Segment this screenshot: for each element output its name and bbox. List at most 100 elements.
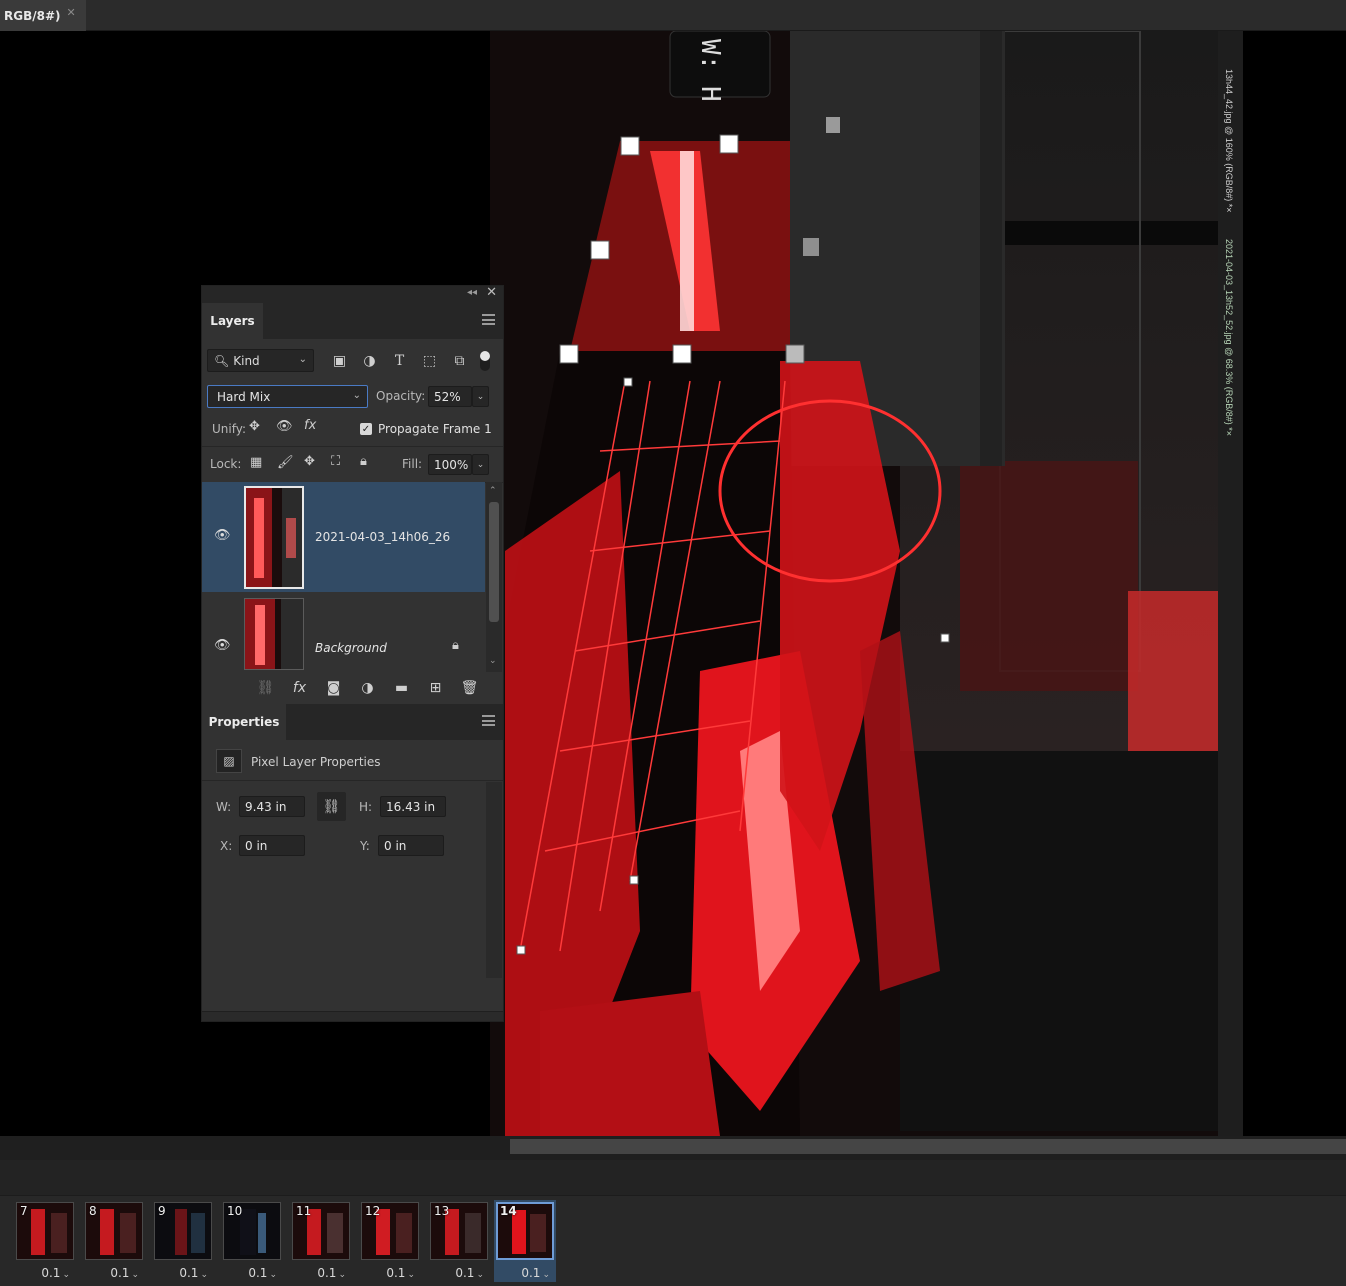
y-label: Y: bbox=[360, 839, 370, 853]
type-filter-icon[interactable]: T bbox=[390, 351, 409, 370]
opacity-input[interactable]: 52% bbox=[428, 386, 472, 407]
shape-filter-icon[interactable]: ⬚ bbox=[420, 351, 439, 370]
layers-tab-row: Layers bbox=[202, 303, 503, 339]
layer-row[interactable]: 👁︎ Background 🔒︎ bbox=[202, 592, 485, 672]
timeline-toolbar bbox=[0, 1160, 1346, 1196]
layer-lock-icon[interactable]: 🔒︎ bbox=[452, 638, 459, 653]
layers-scrollbar[interactable]: ⌃ ⌄ bbox=[486, 482, 502, 672]
unify-row: Unify: ✥ 👁︎ fx ✓ Propagate Frame 1 bbox=[202, 409, 503, 444]
adjustment-filter-icon[interactable]: ◑ bbox=[360, 351, 379, 370]
layer-name[interactable]: Background bbox=[315, 641, 387, 655]
smart-object-filter-icon[interactable]: ⧉ bbox=[450, 351, 469, 370]
canvas-horizontal-scrollbar[interactable] bbox=[0, 1136, 1346, 1160]
document-tab-title: RGB/8#) bbox=[4, 8, 61, 23]
visibility-eye-icon[interactable]: 👁︎ bbox=[214, 528, 231, 543]
timeline-frame[interactable]: 11 0.1 ⌄ bbox=[290, 1200, 352, 1282]
frame-delay-select[interactable]: 0.1 ⌄ bbox=[41, 1266, 70, 1280]
lock-artboard-icon[interactable]: ⛶ bbox=[331, 454, 340, 469]
close-icon[interactable]: ✕ bbox=[67, 6, 76, 19]
properties-scrollbar[interactable] bbox=[486, 782, 502, 978]
blend-mode-select[interactable]: Hard Mix ⌄ bbox=[207, 385, 368, 408]
new-group-icon[interactable]: ▬ bbox=[390, 680, 414, 696]
timeline-frame-active[interactable]: 14 0.1 ⌄ bbox=[494, 1200, 556, 1282]
opacity-label: Opacity: bbox=[376, 389, 426, 403]
timeline-frame[interactable]: 10 0.1 ⌄ bbox=[221, 1200, 283, 1282]
adjustment-layer-icon[interactable]: ◑ bbox=[356, 680, 380, 696]
scroll-up-icon[interactable]: ⌃ bbox=[489, 486, 497, 496]
x-field[interactable]: 0 in bbox=[239, 835, 305, 856]
timeline-frame[interactable]: 7 0.1 ⌄ bbox=[14, 1200, 76, 1282]
timeline-frame[interactable]: 12 0.1 ⌄ bbox=[359, 1200, 421, 1282]
width-field[interactable]: 9.43 in bbox=[239, 796, 305, 817]
timeline-frame[interactable]: 8 0.1 ⌄ bbox=[83, 1200, 145, 1282]
opacity-dropdown-icon[interactable]: ⌄ bbox=[472, 386, 489, 407]
tab-properties[interactable]: Properties bbox=[202, 704, 286, 740]
filter-row: 🔍︎ Kind ⌄ ▣ ◑ T ⬚ ⧉ bbox=[202, 339, 503, 374]
filter-kind-select[interactable]: 🔍︎ Kind ⌄ bbox=[207, 349, 314, 372]
chevron-down-icon: ⌄ bbox=[298, 354, 307, 365]
lock-row: Lock: ▦ 🖌︎ ✥ ⛶ 🔒︎ Fill: 100% ⌄ bbox=[202, 444, 503, 479]
unify-position-icon[interactable]: ✥ bbox=[249, 419, 260, 434]
chevron-down-icon: ⌄ bbox=[352, 390, 361, 401]
bg-doc-label-2: 2021-04-03_13h52_52.jpg @ 68.3% (RGB/8#)… bbox=[1224, 239, 1234, 436]
frame-delay-select[interactable]: 0.1 ⌄ bbox=[386, 1266, 415, 1280]
lock-label: Lock: bbox=[210, 457, 242, 471]
layers-footer: ⛓︎ fx ◙ ◑ ▬ ⊞ 🗑︎ bbox=[202, 672, 503, 704]
propagate-checkbox[interactable]: ✓ bbox=[360, 423, 372, 435]
h-label: H: bbox=[359, 800, 373, 814]
visibility-eye-icon[interactable]: 👁︎ bbox=[214, 638, 231, 653]
timeline-frame[interactable]: 9 0.1 ⌄ bbox=[152, 1200, 214, 1282]
lock-position-icon[interactable]: ✥ bbox=[304, 454, 315, 469]
frame-number: 12 bbox=[365, 1204, 381, 1218]
link-layers-icon[interactable]: ⛓︎ bbox=[254, 680, 278, 696]
layer-thumbnail bbox=[244, 486, 304, 589]
layer-row[interactable]: 👁︎ 2021-04-03_14h06_26 bbox=[202, 482, 485, 592]
fill-dropdown-icon[interactable]: ⌄ bbox=[472, 454, 489, 475]
scroll-thumb[interactable] bbox=[489, 502, 499, 622]
frame-delay-select[interactable]: 0.1 ⌄ bbox=[248, 1266, 277, 1280]
timeline-frame[interactable]: 13 0.1 ⌄ bbox=[428, 1200, 490, 1282]
frame-delay-select[interactable]: 0.1 ⌄ bbox=[317, 1266, 346, 1280]
trash-icon[interactable]: 🗑︎ bbox=[458, 680, 482, 696]
lock-all-icon[interactable]: 🔒︎ bbox=[360, 454, 367, 469]
collapse-panel-icon[interactable]: ◂◂ bbox=[467, 287, 477, 298]
unify-label: Unify: bbox=[212, 422, 247, 436]
new-layer-icon[interactable]: ⊞ bbox=[424, 680, 448, 696]
link-dimensions-icon[interactable]: ⛓︎ bbox=[317, 792, 346, 821]
svg-text:W: H: W: H bbox=[695, 39, 725, 102]
filter-kind-value: Kind bbox=[233, 353, 260, 368]
unify-style-icon[interactable]: fx bbox=[304, 418, 316, 433]
fill-input[interactable]: 100% bbox=[428, 454, 472, 475]
add-mask-icon[interactable]: ◙ bbox=[322, 680, 346, 696]
scroll-thumb[interactable] bbox=[510, 1139, 1346, 1154]
height-field[interactable]: 16.43 in bbox=[380, 796, 446, 817]
frame-number: 9 bbox=[158, 1204, 166, 1218]
pixel-layer-icon: ▨ bbox=[216, 749, 242, 773]
frame-number: 7 bbox=[20, 1204, 28, 1218]
fx-icon[interactable]: fx bbox=[288, 680, 312, 696]
pixel-layer-properties-label: Pixel Layer Properties bbox=[251, 755, 381, 769]
frame-delay-select[interactable]: 0.1 ⌄ bbox=[455, 1266, 484, 1280]
frame-number: 11 bbox=[296, 1204, 312, 1218]
layers-panel: ◂◂ ✕ Layers 🔍︎ Kind ⌄ ▣ ◑ T ⬚ ⧉ Hard Mix… bbox=[201, 285, 504, 1022]
unify-visibility-icon[interactable]: 👁︎ bbox=[276, 419, 293, 434]
frame-delay-select[interactable]: 0.1 ⌄ bbox=[521, 1266, 550, 1280]
scroll-down-icon[interactable]: ⌄ bbox=[489, 656, 497, 666]
frame-number: 10 bbox=[227, 1204, 243, 1218]
tab-layers[interactable]: Layers bbox=[202, 303, 263, 339]
panel-menu-icon[interactable] bbox=[482, 314, 495, 325]
close-panel-icon[interactable]: ✕ bbox=[486, 285, 497, 300]
document-tab[interactable]: RGB/8#) ✕ bbox=[0, 0, 86, 31]
frame-delay-select[interactable]: 0.1 ⌄ bbox=[179, 1266, 208, 1280]
frame-number: 13 bbox=[434, 1204, 450, 1218]
bg-doc-label-1: 13h44_42.jpg @ 160% (RGB/8#) *× bbox=[1224, 69, 1234, 212]
lock-transparency-icon[interactable]: ▦ bbox=[250, 455, 262, 470]
frame-delay-select[interactable]: 0.1 ⌄ bbox=[110, 1266, 139, 1280]
lock-pixels-icon[interactable]: 🖌︎ bbox=[277, 455, 294, 470]
layer-name[interactable]: 2021-04-03_14h06_26 bbox=[315, 530, 450, 544]
properties-menu-icon[interactable] bbox=[482, 715, 495, 726]
panel-resize-handle[interactable] bbox=[202, 1011, 503, 1021]
image-filter-icon[interactable]: ▣ bbox=[330, 351, 349, 370]
filter-toggle[interactable] bbox=[480, 351, 490, 371]
y-field[interactable]: 0 in bbox=[378, 835, 444, 856]
